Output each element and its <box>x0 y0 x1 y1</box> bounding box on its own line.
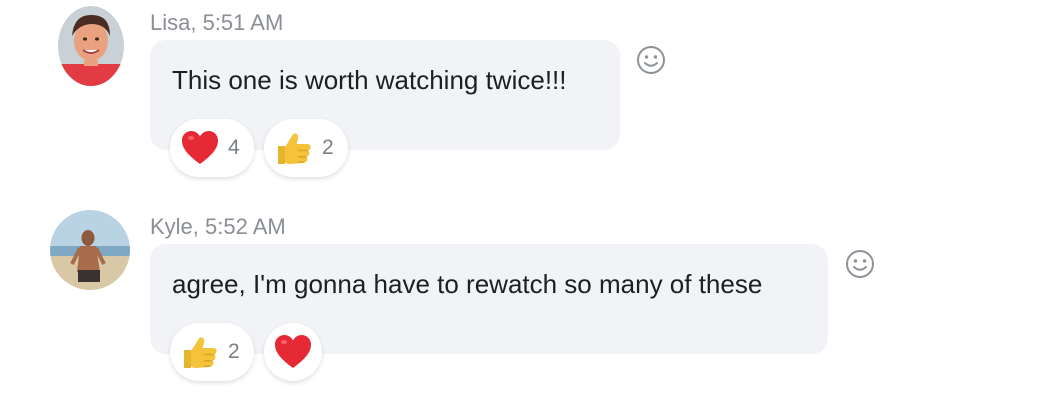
avatar[interactable] <box>50 210 130 290</box>
message-kyle: Kyle, 5:52 AM agree, I'm gonna have to r… <box>0 0 1060 406</box>
reactions-bar: 2 <box>170 323 322 381</box>
message-text: agree, I'm gonna have to rewatch so many… <box>172 269 763 299</box>
reaction-thumbs-up[interactable]: 2 <box>170 323 254 381</box>
heart-emoji <box>275 335 311 368</box>
message-meta: Kyle, 5:52 AM <box>150 214 286 239</box>
reaction-heart[interactable] <box>264 323 322 381</box>
reaction-count: 2 <box>228 340 240 363</box>
thumbs-up-emoji <box>184 337 217 368</box>
add-reaction-icon[interactable] <box>845 249 875 279</box>
